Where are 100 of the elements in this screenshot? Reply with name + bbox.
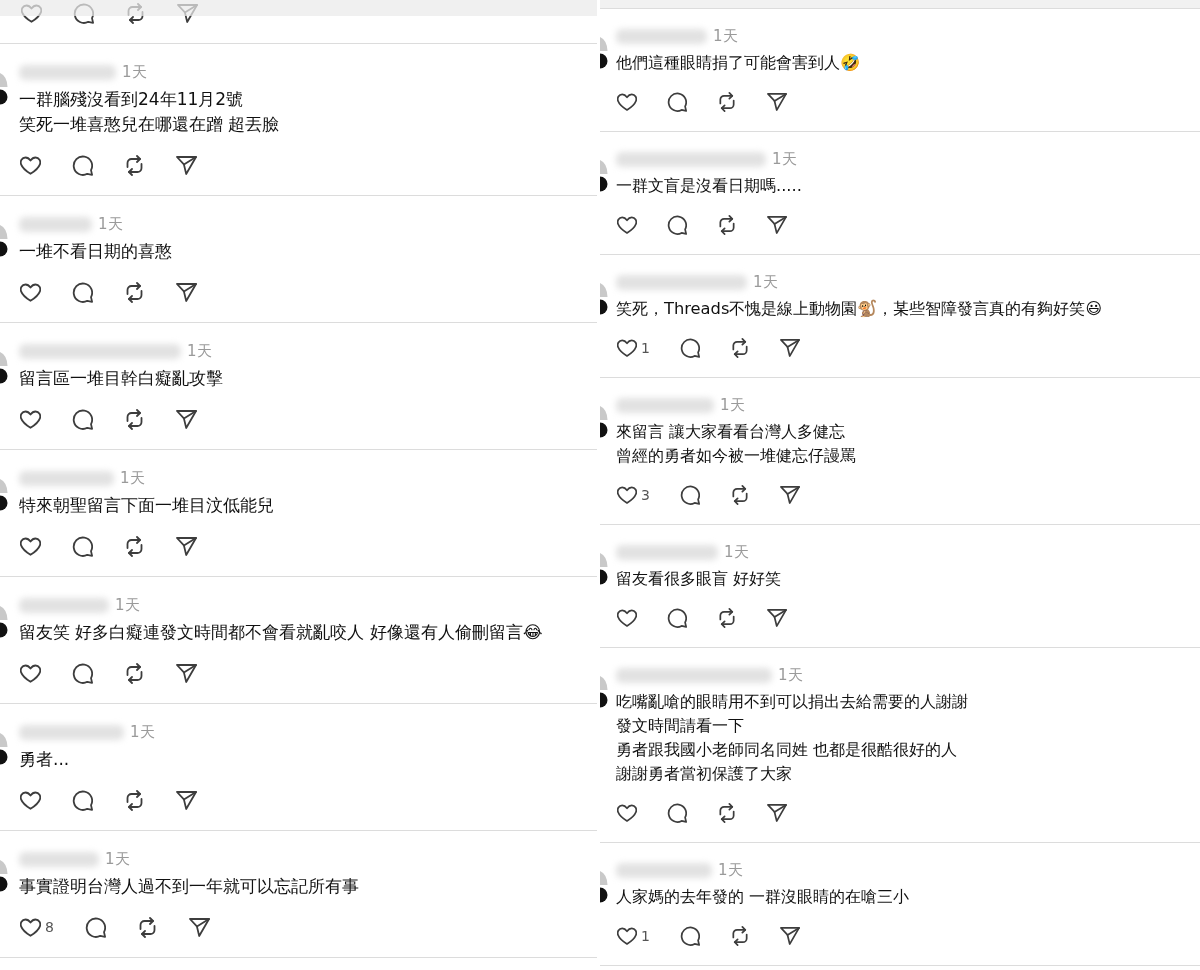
like-button[interactable]: [617, 215, 637, 235]
paper-plane-icon: [767, 608, 787, 628]
comment-text: 留友看很多眼盲 好好笑: [616, 568, 782, 590]
comment-text: 笑死，Threads不愧是線上動物園🐒，某些智障發言真的有夠好笑😃: [616, 298, 1103, 320]
repeat-arrows-icon: [717, 215, 737, 235]
like-button[interactable]: [617, 92, 637, 112]
speech-bubble-icon: [84, 916, 106, 938]
like-button[interactable]: [20, 535, 41, 557]
repost-button[interactable]: [717, 608, 737, 628]
like-button[interactable]: [20, 662, 41, 684]
like-button[interactable]: [20, 154, 41, 176]
share-button[interactable]: [779, 338, 800, 358]
reply-button[interactable]: [72, 535, 93, 557]
reply-button[interactable]: [72, 789, 93, 811]
share-button[interactable]: [188, 916, 210, 938]
like-button[interactable]: 3: [617, 485, 650, 505]
repost-button[interactable]: [729, 485, 750, 505]
comment-text: 勇者...: [19, 748, 70, 771]
repost-button[interactable]: [717, 803, 737, 823]
timestamp: 1天: [720, 395, 745, 416]
repost-button[interactable]: [717, 215, 737, 235]
comment-text: 來留言 讓大家看看台灣人多健忘: [616, 421, 846, 443]
like-button[interactable]: [617, 608, 637, 628]
paper-plane-icon: [176, 662, 197, 684]
heart-icon: [20, 916, 41, 938]
comment-text: 特來朝聖留言下面一堆目汶低能兒: [19, 494, 274, 517]
reply-button[interactable]: [667, 608, 687, 628]
reply-button[interactable]: [679, 926, 700, 946]
like-button[interactable]: [20, 281, 41, 303]
reply-button[interactable]: [679, 485, 700, 505]
speech-bubble-icon: [72, 535, 93, 557]
reply-button[interactable]: [679, 338, 700, 358]
timestamp: 1天: [130, 722, 155, 743]
comment-text: 人家媽的去年發的 一群沒眼睛的在嗆三小: [616, 886, 910, 908]
repost-button[interactable]: [717, 92, 737, 112]
reply-button[interactable]: [84, 916, 106, 938]
repost-button[interactable]: [124, 789, 145, 811]
heart-icon: [20, 154, 41, 176]
heart-icon: [617, 485, 637, 505]
paper-plane-icon: [779, 926, 800, 946]
comment-text: 他們這種眼睛捐了可能會害到人🤣: [616, 52, 860, 74]
reply-button[interactable]: [667, 215, 687, 235]
like-button[interactable]: 1: [617, 926, 650, 946]
repeat-arrows-icon: [729, 485, 750, 505]
share-button[interactable]: [779, 485, 800, 505]
share-button[interactable]: [767, 803, 787, 823]
comment-text: 留言區一堆目幹白癡亂攻擊: [19, 367, 223, 390]
repost-button[interactable]: [124, 281, 145, 303]
share-button[interactable]: [176, 408, 197, 430]
repost-button[interactable]: [729, 926, 750, 946]
repeat-arrows-icon: [729, 338, 750, 358]
paper-plane-icon: [767, 803, 787, 823]
comment-text: 事實證明台灣人過不到一年就可以忘記所有事: [19, 875, 359, 898]
repeat-arrows-icon: [124, 154, 145, 176]
share-button[interactable]: [767, 608, 787, 628]
paper-plane-icon: [188, 916, 210, 938]
reply-button[interactable]: [72, 408, 93, 430]
reply-button[interactable]: [72, 662, 93, 684]
speech-bubble-icon: [679, 338, 700, 358]
share-button[interactable]: [767, 215, 787, 235]
comment-text: 曾經的勇者如今被一堆健忘仔謾罵: [616, 445, 856, 467]
like-button[interactable]: 8: [20, 916, 54, 938]
paper-plane-icon: [176, 281, 197, 303]
repeat-arrows-icon: [124, 281, 145, 303]
like-button[interactable]: [20, 408, 41, 430]
comment-text: 留友笑 好多白癡連發文時間都不會看就亂咬人 好像還有人偷刪留言😂: [19, 621, 543, 644]
timestamp: 1天: [187, 341, 212, 362]
speech-bubble-icon: [679, 926, 700, 946]
comment-text: 笑死一堆喜憨兒在哪還在蹭 超丟臉: [19, 113, 280, 136]
like-button[interactable]: [20, 789, 41, 811]
comment-text: 謝謝勇者當初保護了大家: [616, 763, 792, 785]
reply-button[interactable]: [667, 92, 687, 112]
comment-text: 一堆不看日期的喜憨: [19, 240, 172, 263]
share-button[interactable]: [779, 926, 800, 946]
share-button[interactable]: [176, 535, 197, 557]
timestamp: 1天: [120, 468, 145, 489]
repost-button[interactable]: [124, 408, 145, 430]
repost-button[interactable]: [124, 662, 145, 684]
repost-button[interactable]: [124, 154, 145, 176]
reply-button[interactable]: [72, 281, 93, 303]
reply-button[interactable]: [72, 154, 93, 176]
heart-icon: [20, 281, 41, 303]
heart-icon: [617, 926, 637, 946]
like-button[interactable]: 1: [617, 338, 650, 358]
repost-button[interactable]: [729, 338, 750, 358]
timestamp: 1天: [122, 62, 147, 83]
speech-bubble-icon: [72, 662, 93, 684]
share-button[interactable]: [176, 154, 197, 176]
reply-button[interactable]: [667, 803, 687, 823]
comment-text: 一群腦殘沒看到24年11月2號: [19, 88, 244, 111]
repost-button[interactable]: [124, 535, 145, 557]
share-button[interactable]: [176, 789, 197, 811]
share-button[interactable]: [176, 662, 197, 684]
paper-plane-icon: [767, 92, 787, 112]
timestamp: 1天: [753, 272, 778, 293]
heart-icon: [617, 92, 637, 112]
share-button[interactable]: [767, 92, 787, 112]
share-button[interactable]: [176, 281, 197, 303]
like-button[interactable]: [617, 803, 637, 823]
heart-icon: [617, 215, 637, 235]
